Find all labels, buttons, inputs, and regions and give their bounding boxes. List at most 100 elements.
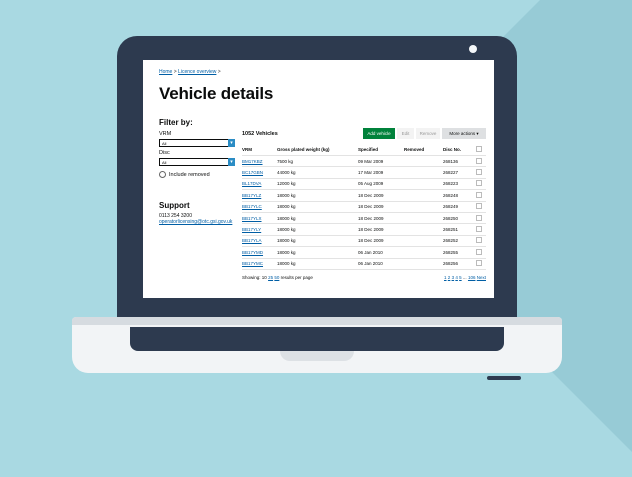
support-title: Support bbox=[159, 201, 190, 210]
row-checkbox[interactable] bbox=[476, 178, 486, 191]
page-link[interactable]: 106 bbox=[468, 275, 476, 280]
vrm-link[interactable]: BC17GBN bbox=[242, 170, 263, 175]
checkbox-icon bbox=[476, 157, 482, 164]
vrm-link[interactable]: BB17YLX bbox=[242, 216, 262, 221]
per-page-selector: Showing: 10 25 50 results per page bbox=[242, 275, 313, 280]
specified-cell: 18 Dec 2009 bbox=[358, 189, 404, 202]
row-checkbox[interactable] bbox=[476, 166, 486, 179]
checkbox-icon bbox=[476, 237, 482, 244]
breadcrumb-separator: > bbox=[173, 69, 177, 75]
row-checkbox[interactable] bbox=[476, 155, 486, 168]
chevron-down-icon: ▾ bbox=[476, 131, 479, 136]
weight-cell: 44000 kg bbox=[277, 166, 358, 179]
per-page-option[interactable]: 10 bbox=[262, 275, 267, 280]
page-link[interactable]: 1 bbox=[444, 275, 447, 280]
vrm-select[interactable]: All ▾ bbox=[159, 139, 235, 147]
support-panel: Support 0113 254 3200 operatorlicensing@… bbox=[159, 201, 232, 225]
vrm-cell: BB17YLY bbox=[242, 223, 277, 236]
checkbox-icon bbox=[476, 226, 482, 233]
vrm-cell: BL17DVA bbox=[242, 178, 277, 191]
per-page-option[interactable]: 50 bbox=[274, 275, 279, 280]
add-vehicle-button[interactable]: Add vehicle bbox=[363, 128, 395, 139]
removed-cell bbox=[404, 201, 443, 213]
vrm-link[interactable]: BL17DVA bbox=[242, 181, 261, 186]
specified-cell: 18 Dec 2009 bbox=[358, 212, 404, 225]
table-row: BB17YLA 18000 kg 18 Dec 2009 268252 bbox=[242, 235, 486, 248]
column-header-weight[interactable]: Gross plated weight (kg) bbox=[277, 144, 358, 156]
table-row: BB17YLX 18000 kg 18 Dec 2009 268250 bbox=[242, 212, 486, 225]
page-link[interactable]: 5 bbox=[459, 275, 462, 280]
row-checkbox[interactable] bbox=[476, 201, 486, 213]
table-row: BB17YLY 18000 kg 18 Dec 2009 268251 bbox=[242, 223, 486, 236]
specified-cell: 18 Dec 2009 bbox=[358, 235, 404, 248]
disc-cell: 268136 bbox=[443, 155, 476, 168]
disc-cell: 268255 bbox=[443, 246, 476, 259]
removed-cell bbox=[404, 178, 443, 191]
table-row: BB17YMD 18000 kg 06 Jan 2010 268255 bbox=[242, 246, 486, 259]
column-header-vrm[interactable]: VRM bbox=[242, 144, 277, 156]
disc-cell: 268250 bbox=[443, 212, 476, 225]
weight-cell: 7500 kg bbox=[277, 155, 358, 168]
table-row: BM17KBZ 7500 kg 09 Mar 2009 268136 bbox=[242, 155, 486, 168]
vrm-link[interactable]: BB17YLZ bbox=[242, 193, 261, 198]
removed-cell bbox=[404, 258, 443, 270]
weight-cell: 18000 kg bbox=[277, 223, 358, 236]
vrm-cell: BM17KBZ bbox=[242, 155, 277, 168]
vrm-link[interactable]: BB17YLY bbox=[242, 227, 261, 232]
edit-button[interactable]: Edit bbox=[397, 128, 414, 139]
vrm-cell: BB17YLC bbox=[242, 201, 277, 213]
row-checkbox[interactable] bbox=[476, 258, 486, 270]
page-link[interactable]: 4 bbox=[455, 275, 458, 280]
column-header-specified[interactable]: Specified bbox=[358, 144, 404, 156]
row-checkbox[interactable] bbox=[476, 212, 486, 225]
row-checkbox[interactable] bbox=[476, 235, 486, 248]
checkbox-icon bbox=[476, 146, 482, 152]
more-actions-button[interactable]: More actions ▾ bbox=[442, 128, 486, 139]
disc-select[interactable]: All ▾ bbox=[159, 158, 235, 166]
select-all-checkbox[interactable] bbox=[476, 144, 486, 156]
table-row: BL17DVA 12000 kg 05 Aug 2009 268223 bbox=[242, 178, 486, 191]
checkbox-icon bbox=[476, 260, 482, 267]
weight-cell: 18000 kg bbox=[277, 258, 358, 270]
breadcrumb-licence-link[interactable]: Licence overview bbox=[178, 69, 216, 75]
page-link[interactable]: 2 bbox=[448, 275, 451, 280]
removed-cell bbox=[404, 166, 443, 179]
removed-cell bbox=[404, 212, 443, 225]
laptop-screen: Home > Licence overview > Vehicle detail… bbox=[143, 60, 494, 298]
vrm-link[interactable]: BM17KBZ bbox=[242, 159, 263, 164]
removed-cell bbox=[404, 189, 443, 202]
vrm-link[interactable]: BB17YMC bbox=[242, 261, 263, 266]
removed-cell bbox=[404, 235, 443, 248]
vrm-cell: BB17YLX bbox=[242, 212, 277, 225]
vehicle-count: 1052 Vehicles bbox=[242, 131, 278, 137]
column-header-removed[interactable]: Removed bbox=[404, 144, 443, 156]
remove-button[interactable]: Remove bbox=[416, 128, 440, 139]
support-email-link[interactable]: operatorlicensing@otc.gsi.gov.uk bbox=[159, 219, 232, 225]
filter-panel: Filter by: VRM All ▾ Disc All ▾ Include … bbox=[159, 118, 235, 178]
vrm-link[interactable]: BB17YMD bbox=[242, 250, 263, 255]
disc-select-value: All bbox=[162, 160, 167, 165]
table-row: BC17GBN 44000 kg 17 Mar 2009 268227 bbox=[242, 166, 486, 179]
disc-cell: 268248 bbox=[443, 189, 476, 202]
chevron-down-icon: ▾ bbox=[228, 158, 235, 166]
next-page-link[interactable]: Next bbox=[477, 275, 486, 280]
disc-cell: 268251 bbox=[443, 223, 476, 236]
specified-cell: 09 Mar 2009 bbox=[358, 155, 404, 168]
vrm-link[interactable]: BB17YLA bbox=[242, 238, 262, 243]
vrm-select-value: All bbox=[162, 141, 167, 146]
showing-label: Showing: bbox=[242, 274, 261, 280]
page-link[interactable]: 3 bbox=[452, 275, 455, 280]
include-removed-label: Include removed bbox=[169, 171, 210, 178]
specified-cell: 05 Aug 2009 bbox=[358, 178, 404, 191]
column-header-disc[interactable]: Disc No. bbox=[443, 144, 476, 156]
per-page-option[interactable]: 25 bbox=[268, 275, 273, 280]
row-checkbox[interactable] bbox=[476, 246, 486, 259]
table-row: BB17YLC 18000 kg 18 Dec 2009 268249 bbox=[242, 201, 486, 213]
weight-cell: 18000 kg bbox=[277, 201, 358, 213]
row-checkbox[interactable] bbox=[476, 189, 486, 202]
vrm-link[interactable]: BB17YLC bbox=[242, 204, 262, 209]
include-removed-checkbox[interactable]: Include removed bbox=[159, 171, 235, 178]
breadcrumb-home-link[interactable]: Home bbox=[159, 69, 172, 75]
laptop-port bbox=[487, 376, 521, 380]
row-checkbox[interactable] bbox=[476, 223, 486, 236]
